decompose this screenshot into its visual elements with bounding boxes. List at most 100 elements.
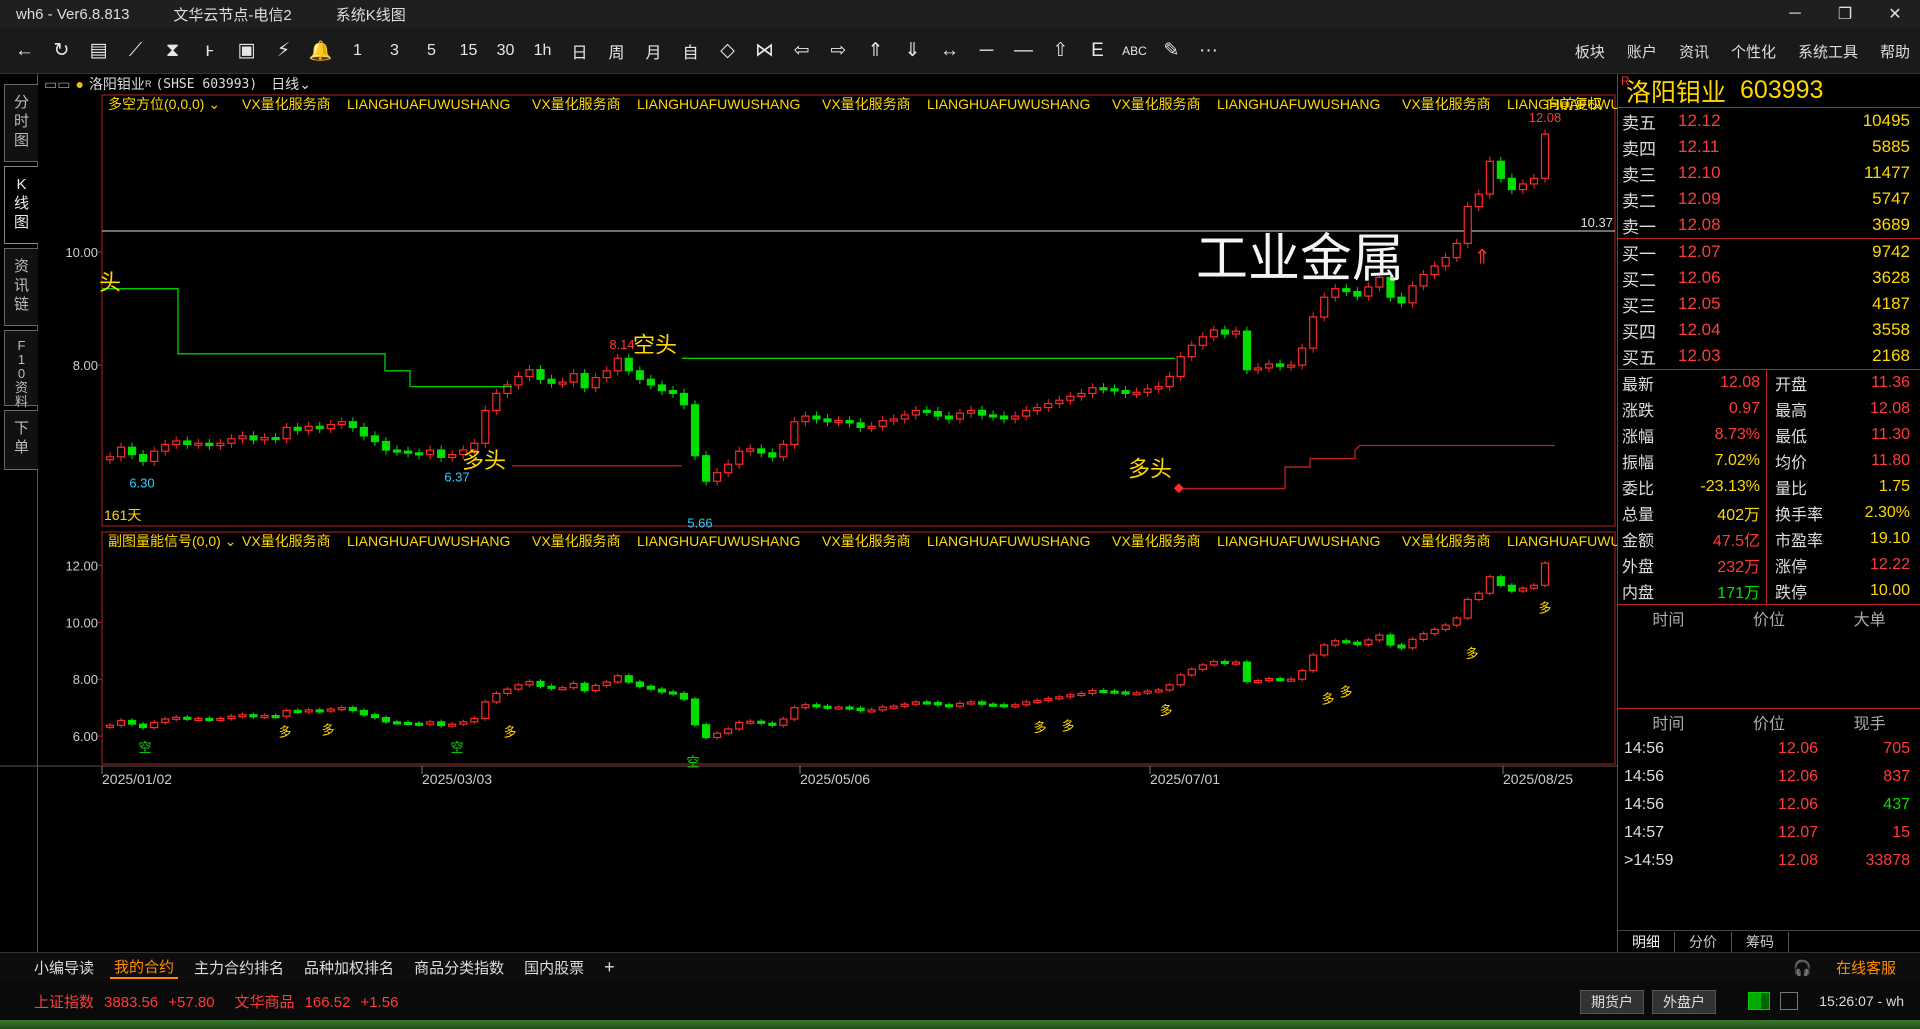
sub-candle-body (437, 721, 446, 727)
period-select[interactable]: 日线⌄ (271, 74, 311, 94)
main-candle-body (569, 373, 578, 383)
period-15-button[interactable]: 15 (450, 35, 487, 67)
ask-row[interactable]: 卖五 12.12 10495 (1618, 108, 1920, 134)
bid-row[interactable]: 买五 12.03 2168 (1618, 343, 1920, 369)
menu-help[interactable]: 帮助 (1880, 41, 1910, 62)
ask-price: 12.11 (1678, 137, 1720, 156)
period-5-button[interactable]: 5 (413, 35, 450, 67)
restore-icon[interactable]: ❐ (1820, 0, 1870, 28)
foreign-account-button[interactable]: 外盘户 (1652, 990, 1716, 1014)
refresh-icon[interactable]: ↻ (43, 35, 80, 67)
menu-system-tools[interactable]: 系统工具 (1798, 41, 1858, 62)
tick-row[interactable]: >14:59 12.08 33878 (1618, 847, 1920, 875)
period-1-button[interactable]: 1 (339, 35, 376, 67)
next-icon[interactable]: ⇨ (820, 35, 857, 67)
minus-icon[interactable]: — (1005, 35, 1042, 67)
header-handle-icon[interactable]: ▭▭ (44, 76, 70, 93)
more-icon[interactable]: ··· (1190, 35, 1227, 67)
tab-detail[interactable]: 明细 (1618, 931, 1675, 952)
sub-candle-body (845, 706, 854, 710)
minimize-icon[interactable]: ─ (1770, 0, 1820, 28)
abc-icon[interactable]: ABC (1116, 35, 1153, 67)
bid-row[interactable]: 买三 12.05 4187 (1618, 291, 1920, 317)
bid-row[interactable]: 买一 12.07 9742 (1618, 239, 1920, 265)
sub-candle-body (591, 684, 600, 692)
expand-icon[interactable]: ⋈ (746, 35, 783, 67)
symbol-name[interactable]: 洛阳钼业 (89, 74, 145, 94)
main-candle-body (690, 404, 700, 457)
bull-label: 多头 (1128, 458, 1172, 483)
back-arrow-icon[interactable]: ← (6, 35, 43, 67)
shrink-icon[interactable]: ◇ (709, 35, 746, 67)
add-tab-button[interactable]: + (600, 957, 619, 978)
tab-weighted-rank[interactable]: 品种加权排名 (300, 957, 398, 978)
tab-price-dist[interactable]: 分价 (1675, 931, 1732, 952)
period-week-button[interactable]: 周 (598, 35, 635, 67)
sub-candle-body (768, 722, 777, 726)
tab-editor-guide[interactable]: 小编导读 (30, 957, 98, 978)
main-candle-body (933, 410, 942, 417)
futures-account-button[interactable]: 期货户 (1580, 990, 1644, 1014)
hline-icon[interactable]: ─ (968, 35, 1005, 67)
main-candle-body (1529, 177, 1539, 185)
tick-row[interactable]: 14:56 12.06 705 (1618, 735, 1920, 763)
tab-my-contracts[interactable]: 我的合约 (110, 956, 179, 979)
ask-row[interactable]: 卖四 12.11 5885 (1618, 134, 1920, 160)
e-icon[interactable]: E (1079, 35, 1116, 67)
menu-personalize[interactable]: 个性化 (1731, 41, 1776, 62)
main-candle-body (116, 446, 126, 458)
tick-row[interactable]: 14:57 12.07 15 (1618, 819, 1920, 847)
menu-account[interactable]: 账户 (1627, 41, 1657, 62)
sub-candle-body (657, 688, 667, 693)
candle-icon[interactable]: ⧗ (154, 35, 191, 67)
period-month-button[interactable]: 月 (635, 35, 672, 67)
tab-main-contract-rank[interactable]: 主力合约排名 (190, 957, 288, 978)
ask-row[interactable]: 卖三 12.10 11477 (1618, 160, 1920, 186)
main-candle-body (1397, 296, 1406, 304)
k-icon[interactable]: ⱶ (191, 35, 228, 67)
main-candle-body (812, 415, 821, 420)
period-3-button[interactable]: 3 (376, 35, 413, 67)
up-icon[interactable]: ⇑ (857, 35, 894, 67)
close-icon[interactable]: ✕ (1870, 0, 1920, 28)
tick-row[interactable]: 14:56 12.06 437 (1618, 791, 1920, 819)
tick-row[interactable]: 14:56 12.06 837 (1618, 763, 1920, 791)
period-30-button[interactable]: 30 (487, 35, 524, 67)
prev-icon[interactable]: ⇦ (783, 35, 820, 67)
index-wh[interactable]: 文华商品 166.52 +1.56 (235, 991, 399, 1012)
server-node[interactable]: 文华云节点-电信2 (173, 4, 291, 25)
lightning-icon[interactable]: ⚡ (265, 35, 302, 67)
crosshair-icon[interactable]: ↔ (931, 35, 968, 67)
stat-row: 内盘 171万 跌停 10.00 (1618, 578, 1920, 604)
ask-row[interactable]: 卖二 12.09 5747 (1618, 186, 1920, 212)
table-icon[interactable]: ▤ (80, 35, 117, 67)
bid-row[interactable]: 买四 12.04 3558 (1618, 317, 1920, 343)
index-sh[interactable]: 上证指数 3883.56 +57.80 (34, 991, 215, 1012)
self-select-button[interactable]: 自 (672, 35, 709, 67)
bell-icon[interactable]: 🔔 (302, 35, 339, 67)
screen-icon[interactable]: ▣ (228, 35, 265, 67)
online-service-button[interactable]: 🎧 在线客服 (1773, 957, 1904, 978)
period-1h-button[interactable]: 1h (524, 35, 561, 67)
tab-commodity-index[interactable]: 商品分类指数 (410, 957, 508, 978)
main-candle-body (337, 421, 346, 426)
tab-chips[interactable]: 筹码 (1732, 931, 1789, 952)
sub-candle-body (988, 703, 998, 707)
ask-row[interactable]: 卖一 12.08 3689 (1618, 212, 1920, 238)
menu-news[interactable]: 资讯 (1679, 41, 1709, 62)
low-price-label: 6.30 (129, 475, 154, 490)
line-chart-icon[interactable]: ⟋ (117, 35, 154, 67)
pen-icon[interactable]: ✎ (1153, 35, 1190, 67)
tab-domestic-stocks[interactable]: 国内股票 (520, 957, 588, 978)
down-icon[interactable]: ⇓ (894, 35, 931, 67)
period-day-button[interactable]: 日 (561, 35, 598, 67)
col-price: 价位 (1753, 612, 1786, 629)
kline-chart[interactable]: 多空方位(0,0,0) ⌄ VX量化服务商 LIANGHUAFUWUSHANG VX量… (0, 94, 1617, 954)
sub-candle-body (1353, 641, 1362, 646)
main-candle-body (1220, 329, 1229, 335)
bid-row[interactable]: 买二 12.06 3628 (1618, 265, 1920, 291)
menu-sector[interactable]: 板块 (1575, 41, 1605, 62)
col-price: 价位 (1753, 716, 1786, 733)
main-candle-body (1309, 316, 1318, 349)
home-icon[interactable]: ⇧ (1042, 35, 1079, 67)
